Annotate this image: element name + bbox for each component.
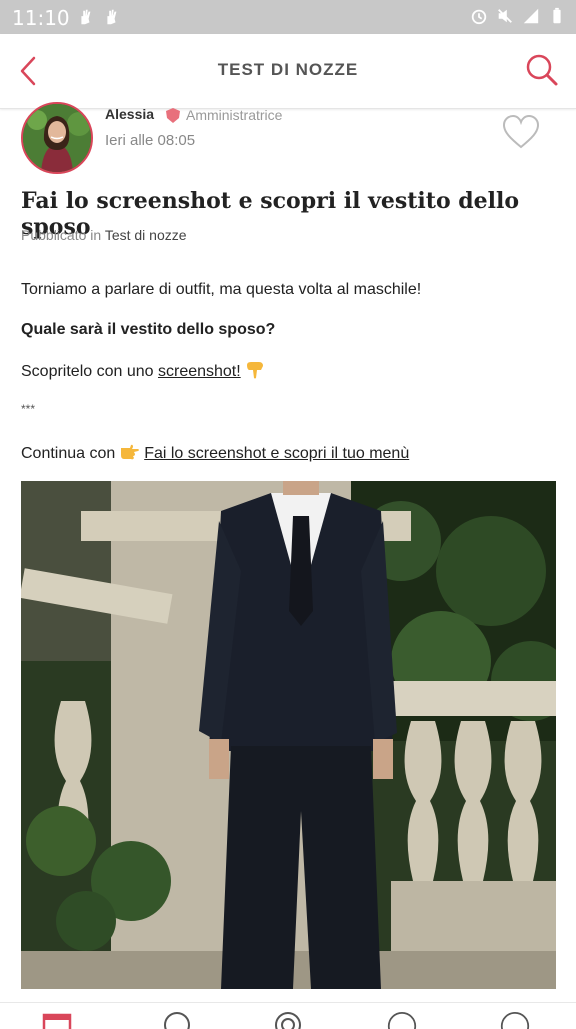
- post-date: Ieri alle 08:05: [105, 132, 196, 149]
- heart-icon[interactable]: [502, 114, 540, 150]
- published-prefix: Pubblicato in: [21, 227, 102, 243]
- alarm-icon: [471, 9, 487, 25]
- hand-icon: [81, 9, 91, 25]
- paragraph-continue: Continua con Fai lo screenshot e scopri …: [21, 443, 409, 463]
- continue-prefix: Continua con: [21, 445, 116, 462]
- menu-test-link[interactable]: Fai lo screenshot e scopri il tuo menù: [144, 445, 409, 462]
- role-badge: Amministratrice: [166, 107, 282, 123]
- pointing-right-icon: [120, 444, 139, 460]
- author-name[interactable]: Alessia: [105, 106, 154, 122]
- post-author: Alessia Amministratrice Ieri alle 08:05: [21, 102, 556, 176]
- groom-suit-photo: [21, 481, 556, 989]
- category-link[interactable]: Test di nozze: [105, 227, 187, 243]
- battery-icon: [553, 7, 561, 24]
- chat-icon[interactable]: [387, 1009, 417, 1029]
- screenshot-link[interactable]: screenshot!: [158, 363, 241, 380]
- author-role: Amministratrice: [186, 107, 283, 123]
- paragraph-discover: Scopritelo con uno screenshot!: [21, 361, 265, 381]
- published-in: Pubblicato in Test di nozze: [21, 227, 187, 243]
- shield-icon: [166, 107, 180, 123]
- discover-prefix: Scopritelo con uno: [21, 363, 154, 380]
- signal-icon: [523, 8, 539, 24]
- separator-stars: ***: [21, 402, 36, 416]
- app-header: TEST DI NOZZE: [0, 34, 576, 109]
- status-bar: 11:10: [0, 0, 576, 34]
- inspiration-icon[interactable]: [273, 1009, 303, 1029]
- paragraph-question: Quale sarà il vestito dello sposo?: [21, 321, 276, 338]
- status-time: 11:10: [12, 6, 70, 30]
- bottom-navigation: [0, 1002, 576, 1029]
- profile-icon[interactable]: [500, 1009, 530, 1029]
- mute-icon: [498, 9, 512, 23]
- paragraph-intro: Torniamo a parlare di outfit, ma questa …: [21, 281, 422, 298]
- search-icon[interactable]: [524, 52, 560, 88]
- avatar[interactable]: [21, 102, 93, 174]
- hand-icon: [107, 9, 117, 25]
- home-icon[interactable]: [42, 1009, 72, 1029]
- page-title: TEST DI NOZZE: [217, 60, 359, 79]
- community-icon[interactable]: [162, 1009, 192, 1029]
- pointing-down-icon: [247, 362, 264, 379]
